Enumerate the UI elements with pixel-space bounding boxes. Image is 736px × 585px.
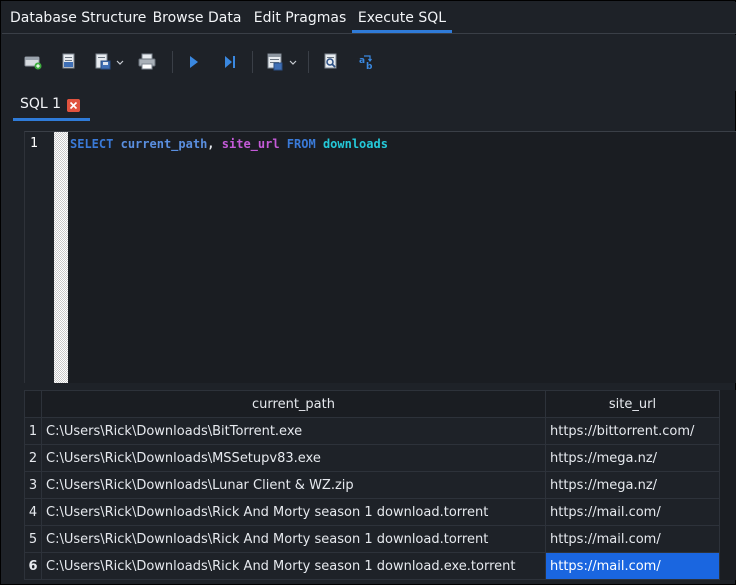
table-row: 4 C:\Users\Rick\Downloads\Rick And Morty… bbox=[24, 498, 720, 526]
svg-text:a: a bbox=[359, 56, 365, 66]
row-number[interactable]: 3 bbox=[24, 471, 42, 499]
sql-editor[interactable]: 1 SELECT current_path, site_url FROM dow… bbox=[24, 131, 736, 383]
execute-all-icon[interactable] bbox=[188, 51, 200, 73]
sql-comma: , bbox=[207, 137, 215, 151]
cell-site-url[interactable]: https://bittorrent.com/ bbox=[545, 417, 720, 445]
table-row: 2 C:\Users\Rick\Downloads\MSSetupv83.exe… bbox=[24, 444, 720, 472]
toolbar-separator bbox=[308, 51, 309, 73]
row-number[interactable]: 6 bbox=[24, 552, 42, 580]
sql-query[interactable]: SELECT current_path, site_url FROM downl… bbox=[70, 137, 388, 151]
line-number-gutter: 1 bbox=[25, 132, 54, 383]
sql-keyword-select: SELECT bbox=[70, 137, 114, 151]
fold-margin[interactable] bbox=[54, 132, 68, 383]
find-replace-icon[interactable]: a b bbox=[358, 51, 376, 73]
cell-current-path[interactable]: C:\Users\Rick\Downloads\Rick And Morty s… bbox=[41, 552, 546, 580]
cell-site-url[interactable]: https://mega.nz/ bbox=[545, 471, 720, 499]
find-icon[interactable] bbox=[322, 51, 340, 73]
row-number[interactable]: 1 bbox=[24, 417, 42, 445]
sql-column-site-url: site_url bbox=[221, 137, 280, 151]
open-sql-file-icon[interactable] bbox=[61, 51, 77, 73]
line-number: 1 bbox=[30, 136, 38, 151]
main-tab-bar: Database Structure Browse Data Edit Prag… bbox=[2, 2, 736, 34]
toolbar-separator bbox=[252, 51, 253, 73]
tab-edit-pragmas[interactable]: Edit Pragmas bbox=[253, 2, 347, 33]
cell-current-path[interactable]: C:\Users\Rick\Downloads\Rick And Morty s… bbox=[41, 525, 546, 553]
svg-text:b: b bbox=[366, 62, 373, 72]
row-number[interactable]: 4 bbox=[24, 498, 42, 526]
cell-site-url-selected[interactable]: https://mail.com/ bbox=[545, 552, 720, 580]
toolbar-separator bbox=[172, 51, 173, 73]
cell-site-url[interactable]: https://mega.nz/ bbox=[545, 444, 720, 472]
column-header-site-url[interactable]: site_url bbox=[545, 390, 720, 418]
close-icon[interactable] bbox=[67, 99, 80, 112]
table-header-row: current_path site_url bbox=[24, 390, 720, 418]
table-row: 5 C:\Users\Rick\Downloads\Rick And Morty… bbox=[24, 525, 720, 553]
sql-tab-bar: SQL 1 bbox=[2, 93, 736, 121]
sql-keyword-from: FROM bbox=[286, 137, 316, 151]
save-sql-file-icon[interactable] bbox=[94, 51, 126, 73]
open-tab-icon[interactable] bbox=[24, 51, 42, 73]
results-table: current_path site_url 1 C:\Users\Rick\Do… bbox=[24, 390, 720, 580]
tab-browse-data[interactable]: Browse Data bbox=[152, 2, 242, 33]
toolbar: a b bbox=[2, 35, 736, 91]
tab-execute-sql[interactable]: Execute SQL bbox=[352, 2, 452, 33]
sql-tab-label: SQL 1 bbox=[20, 96, 62, 112]
row-number[interactable]: 5 bbox=[24, 525, 42, 553]
results-grid: current_path site_url 1 C:\Users\Rick\Do… bbox=[24, 390, 736, 580]
column-header-current-path[interactable]: current_path bbox=[41, 390, 546, 418]
sql-table-name: downloads bbox=[322, 137, 388, 151]
table-row: 1 C:\Users\Rick\Downloads\BitTorrent.exe… bbox=[24, 417, 720, 445]
tab-database-structure[interactable]: Database Structure bbox=[10, 2, 146, 33]
table-row-selected: 6 C:\Users\Rick\Downloads\Rick And Morty… bbox=[24, 552, 720, 580]
row-number[interactable]: 2 bbox=[24, 444, 42, 472]
cell-current-path[interactable]: C:\Users\Rick\Downloads\MSSetupv83.exe bbox=[41, 444, 546, 472]
cell-current-path[interactable]: C:\Users\Rick\Downloads\Rick And Morty s… bbox=[41, 498, 546, 526]
cell-current-path[interactable]: C:\Users\Rick\Downloads\Lunar Client & W… bbox=[41, 471, 546, 499]
cell-site-url[interactable]: https://mail.com/ bbox=[545, 525, 720, 553]
save-results-icon[interactable] bbox=[266, 51, 300, 73]
cell-site-url[interactable]: https://mail.com/ bbox=[545, 498, 720, 526]
app-window: Database Structure Browse Data Edit Prag… bbox=[0, 0, 736, 585]
row-header-corner[interactable] bbox=[24, 390, 42, 418]
tab-sql-1[interactable]: SQL 1 bbox=[13, 93, 90, 121]
execute-line-icon[interactable] bbox=[223, 51, 237, 73]
cell-current-path[interactable]: C:\Users\Rick\Downloads\BitTorrent.exe bbox=[41, 417, 546, 445]
sql-column-current-path: current_path bbox=[120, 137, 208, 151]
print-icon[interactable] bbox=[138, 51, 156, 73]
table-row: 3 C:\Users\Rick\Downloads\Lunar Client &… bbox=[24, 471, 720, 499]
